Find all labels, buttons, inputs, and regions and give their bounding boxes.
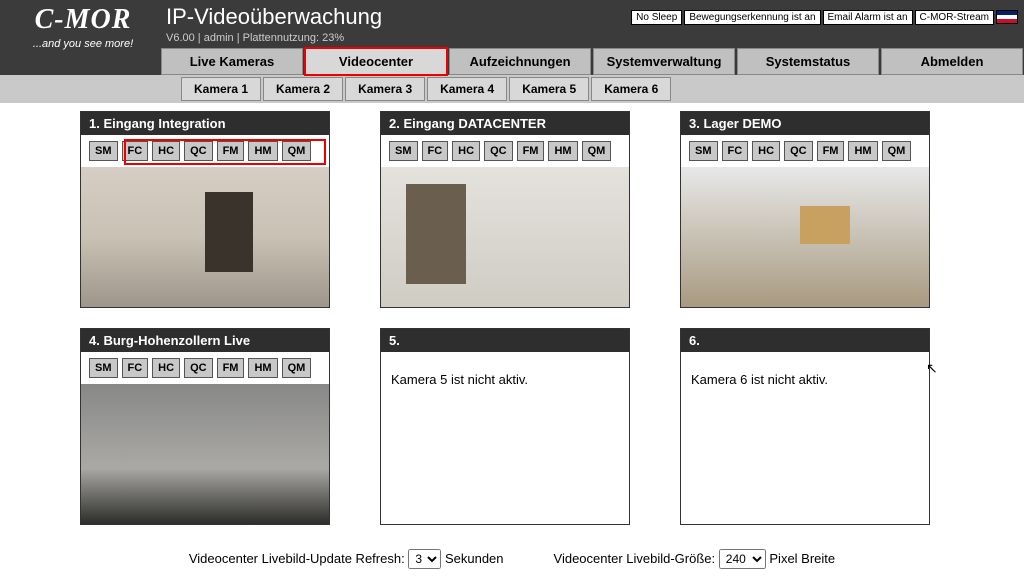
camera-header: 4. Burg-Hohenzollern Live xyxy=(81,329,329,352)
tab-sub-5[interactable]: Kamera 6 xyxy=(591,77,671,101)
size-label-pre: Videocenter Livebild-Größe: xyxy=(554,551,716,566)
camera-tile-1: 1. Eingang IntegrationSMFCHCQCFMHMQM xyxy=(80,111,330,308)
camera-header: 1. Eingang Integration xyxy=(81,112,329,135)
cam-btn-sm[interactable]: SM xyxy=(689,141,718,161)
cam-btn-qm[interactable]: QM xyxy=(282,141,312,161)
camera-feed[interactable] xyxy=(681,167,929,307)
camera-tile-5: 5.Kamera 5 ist nicht aktiv. xyxy=(380,328,630,525)
app-header: C-MOR ...and you see more! IP-Videoüberw… xyxy=(0,0,1024,75)
camera-buttons: SMFCHCQCFMHMQM xyxy=(681,135,929,167)
cam-btn-qc[interactable]: QC xyxy=(484,141,513,161)
tab-main-1[interactable]: Videocenter xyxy=(305,48,447,75)
cam-btn-hm[interactable]: HM xyxy=(248,141,277,161)
cam-btn-fm[interactable]: FM xyxy=(817,141,845,161)
footer-controls: Videocenter Livebild-Update Refresh: 3 S… xyxy=(0,535,1024,583)
tab-main-0[interactable]: Live Kameras xyxy=(161,48,303,75)
badge-email[interactable]: Email Alarm ist an xyxy=(823,10,913,25)
cam-btn-qc[interactable]: QC xyxy=(184,358,213,378)
tab-main-5[interactable]: Abmelden xyxy=(881,48,1023,75)
tabs-main: Live KamerasVideocenterAufzeichnungenSys… xyxy=(160,48,1024,75)
camera-feed[interactable] xyxy=(381,167,629,307)
badge-stream[interactable]: C-MOR-Stream xyxy=(915,10,994,25)
logo-box: C-MOR ...and you see more! xyxy=(0,0,160,54)
cam-btn-hc[interactable]: HC xyxy=(152,358,180,378)
refresh-label-pre: Videocenter Livebild-Update Refresh: xyxy=(189,551,405,566)
meta-info: V6.00 | admin | Plattennutzung: 23% xyxy=(160,32,1024,48)
camera-header: 3. Lager DEMO xyxy=(681,112,929,135)
camera-buttons: SMFCHCQCFMHMQM xyxy=(381,135,629,167)
cam-btn-qm[interactable]: QM xyxy=(282,358,312,378)
camera-feed[interactable] xyxy=(81,384,329,524)
camera-inactive-msg: Kamera 6 ist nicht aktiv. xyxy=(681,352,929,522)
cam-btn-fm[interactable]: FM xyxy=(217,141,245,161)
language-flag-icon[interactable] xyxy=(996,10,1018,24)
tab-sub-0[interactable]: Kamera 1 xyxy=(181,77,261,101)
badge-motion[interactable]: Bewegungserkennung ist an xyxy=(684,10,820,25)
camera-tile-6: 6.Kamera 6 ist nicht aktiv. xyxy=(680,328,930,525)
camera-tile-2: 2. Eingang DATACENTERSMFCHCQCFMHMQM xyxy=(380,111,630,308)
camera-header: 5. xyxy=(381,329,629,352)
tab-sub-3[interactable]: Kamera 4 xyxy=(427,77,507,101)
tab-main-3[interactable]: Systemverwaltung xyxy=(593,48,735,75)
logo-text: C-MOR xyxy=(14,6,152,34)
tab-main-4[interactable]: Systemstatus xyxy=(737,48,879,75)
cam-btn-fc[interactable]: FC xyxy=(722,141,749,161)
camera-feed[interactable] xyxy=(81,167,329,307)
cam-btn-qm[interactable]: QM xyxy=(882,141,912,161)
cam-btn-fm[interactable]: FM xyxy=(217,358,245,378)
tab-main-2[interactable]: Aufzeichnungen xyxy=(449,48,591,75)
camera-inactive-msg: Kamera 5 ist nicht aktiv. xyxy=(381,352,629,522)
camera-header: 6. xyxy=(681,329,929,352)
tabs-sub: Kamera 1Kamera 2Kamera 3Kamera 4Kamera 5… xyxy=(0,75,1024,103)
camera-tile-4: 4. Burg-Hohenzollern LiveSMFCHCQCFMHMQM xyxy=(80,328,330,525)
cam-btn-hc[interactable]: HC xyxy=(752,141,780,161)
camera-grid: 1. Eingang IntegrationSMFCHCQCFMHMQM2. E… xyxy=(0,103,1024,535)
cam-btn-fc[interactable]: FC xyxy=(122,358,149,378)
cam-btn-sm[interactable]: SM xyxy=(89,141,118,161)
tab-sub-1[interactable]: Kamera 2 xyxy=(263,77,343,101)
camera-header: 2. Eingang DATACENTER xyxy=(381,112,629,135)
tab-sub-4[interactable]: Kamera 5 xyxy=(509,77,589,101)
cam-btn-hc[interactable]: HC xyxy=(452,141,480,161)
refresh-label-post: Sekunden xyxy=(445,551,504,566)
camera-buttons: SMFCHCQCFMHMQM xyxy=(81,352,329,384)
cam-btn-qm[interactable]: QM xyxy=(582,141,612,161)
cam-btn-sm[interactable]: SM xyxy=(89,358,118,378)
cam-btn-fc[interactable]: FC xyxy=(422,141,449,161)
cam-btn-qc[interactable]: QC xyxy=(184,141,213,161)
cam-btn-hm[interactable]: HM xyxy=(548,141,577,161)
cam-btn-hm[interactable]: HM xyxy=(248,358,277,378)
badge-nosleep[interactable]: No Sleep xyxy=(631,10,682,25)
cam-btn-qc[interactable]: QC xyxy=(784,141,813,161)
tab-sub-2[interactable]: Kamera 3 xyxy=(345,77,425,101)
camera-buttons: SMFCHCQCFMHMQM xyxy=(81,135,329,167)
cam-btn-fc[interactable]: FC xyxy=(122,141,149,161)
refresh-select[interactable]: 3 xyxy=(408,549,441,569)
app-title: IP-Videoüberwachung xyxy=(166,4,382,30)
cam-btn-hc[interactable]: HC xyxy=(152,141,180,161)
logo-tagline: ...and you see more! xyxy=(14,38,152,50)
size-select[interactable]: 240 xyxy=(719,549,766,569)
camera-tile-3: 3. Lager DEMOSMFCHCQCFMHMQM xyxy=(680,111,930,308)
cam-btn-sm[interactable]: SM xyxy=(389,141,418,161)
cam-btn-fm[interactable]: FM xyxy=(517,141,545,161)
cam-btn-hm[interactable]: HM xyxy=(848,141,877,161)
status-badges: No Sleep Bewegungserkennung ist an Email… xyxy=(631,10,1018,25)
size-label-post: Pixel Breite xyxy=(769,551,835,566)
